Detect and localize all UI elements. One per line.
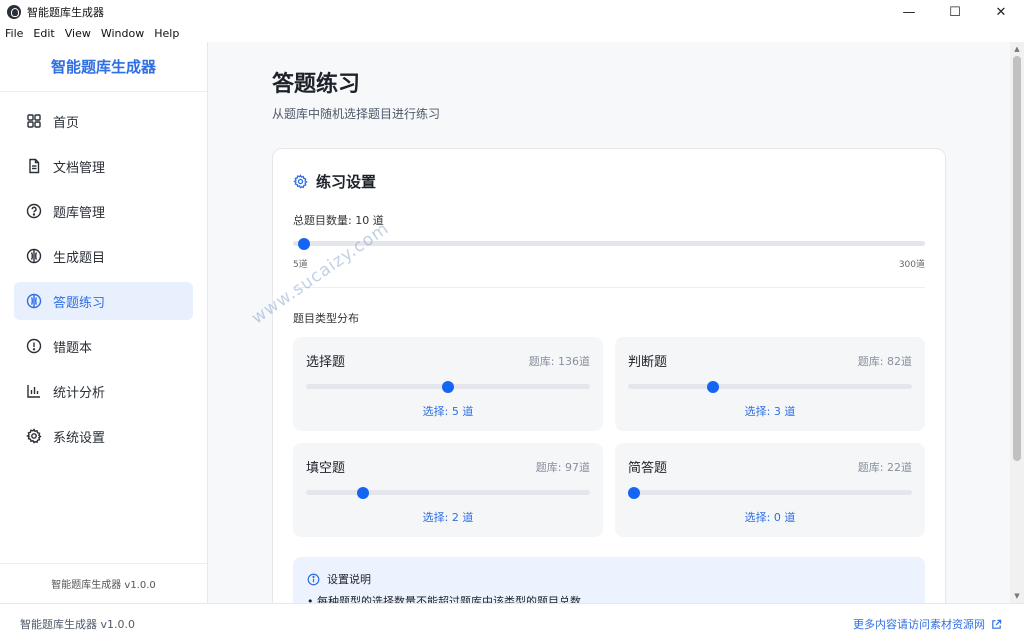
type-bank-count: 题库: 22道 [857,461,912,474]
sidebar-item-label: 统计分析 [53,385,106,401]
scroll-up-arrow-icon[interactable]: ▲ [1010,42,1024,56]
more-content-label: 更多内容请访问素材资源网 [853,618,985,631]
total-count-slider[interactable] [293,237,925,250]
sidebar-item-practice[interactable]: 答题练习 [14,282,193,320]
type-selected-count: 选择: 2 道 [422,511,474,524]
menu-help[interactable]: Help [149,27,184,40]
type-card-fill-blank: 填空题 题库: 97道 选择: 2 道 [293,443,603,537]
menu-window[interactable]: Window [96,27,149,40]
type-name: 填空题 [306,461,346,476]
sidebar-version: 智能题库生成器 v1.0.0 [0,563,207,603]
menu-edit[interactable]: Edit [28,27,59,40]
sidebar-item-label: 错题本 [53,340,93,356]
exclamation-circle-icon [26,338,42,354]
info-bullet: • 每种题型的选择数量不能超过题库中该类型的题目总数 [307,595,581,603]
sidebar-brand: 智能题库生成器 [0,42,207,92]
sidebar-item-wrong-answers[interactable]: 错题本 [14,327,193,365]
page-title: 答题练习 [272,72,361,97]
sidebar-item-label: 系统设置 [53,430,106,446]
sidebar-item-settings[interactable]: 系统设置 [14,417,193,455]
sidebar-nav: 首页 文档管理 题库管理 生成题目 答题练习 错题本 统计分析 系统设置 [0,92,207,455]
sidebar-item-statistics[interactable]: 统计分析 [14,372,193,410]
practice-settings-card: 练习设置 总题目数量: 10 道 5道 300道 题目类型分布 选择题 题库: … [272,148,946,603]
slider-thumb[interactable] [297,237,310,250]
type-bank-count: 题库: 97道 [535,461,590,474]
bulb-icon [26,293,42,309]
window-controls: — ☐ ✕ [886,0,1024,24]
type-card-true-false: 判断题 题库: 82道 选择: 3 道 [615,337,925,431]
card-header: 练习设置 [293,171,376,192]
info-title: 设置说明 [327,573,371,586]
type-distribution-label: 题目类型分布 [293,312,359,325]
type-card-multiple-choice: 选择题 题库: 136道 选择: 5 道 [293,337,603,431]
app-logo-icon [7,5,21,19]
type-selected-count: 选择: 0 道 [744,511,796,524]
type-bank-count: 题库: 82道 [857,355,912,368]
sidebar-item-generate[interactable]: 生成题目 [14,237,193,275]
type-name: 选择题 [306,355,346,370]
more-content-link[interactable]: 更多内容请访问素材资源网 [853,616,1002,632]
sidebar-item-label: 答题练习 [53,295,106,311]
type-slider[interactable] [627,486,912,499]
range-min-label: 5道 [293,260,308,270]
type-slider[interactable] [306,380,590,393]
gear-icon [26,428,42,444]
info-header: 设置说明 [307,571,371,587]
minimize-button[interactable]: — [886,0,932,24]
main-scrollbar[interactable]: ▲ ▼ [1010,42,1024,603]
main-content: 答题练习 从题库中随机选择题目进行练习 练习设置 总题目数量: 10 道 5道 … [208,42,1010,603]
divider [293,287,925,288]
type-selected-count: 选择: 5 道 [422,405,474,418]
window-title: 智能题库生成器 [27,6,104,19]
sidebar-item-label: 文档管理 [53,160,106,176]
type-card-short-answer: 简答题 题库: 22道 选择: 0 道 [615,443,925,537]
slider-thumb[interactable] [356,486,369,499]
status-bar: 智能题库生成器 v1.0.0 更多内容请访问素材资源网 [0,603,1024,641]
slider-thumb[interactable] [627,486,640,499]
sidebar-item-label: 生成题目 [53,250,106,266]
range-max-label: 300道 [898,260,925,270]
grid-icon [26,113,42,129]
sidebar-item-question-bank[interactable]: 题库管理 [14,192,193,230]
maximize-button[interactable]: ☐ [932,0,978,24]
sidebar-item-label: 题库管理 [53,205,106,221]
page-subtitle: 从题库中随机选择题目进行练习 [272,107,441,121]
document-icon [26,158,42,174]
status-version: 智能题库生成器 v1.0.0 [20,618,135,631]
slider-thumb[interactable] [707,380,720,393]
sidebar-item-documents[interactable]: 文档管理 [14,147,193,185]
bulb-icon [26,248,42,264]
info-icon [307,573,320,585]
question-circle-icon [26,203,42,219]
external-link-icon [992,619,1002,629]
settings-info-box: 设置说明 • 每种题型的选择数量不能超过题库中该类型的题目总数 [293,557,925,603]
card-title: 练习设置 [316,173,377,191]
type-bank-count: 题库: 136道 [528,355,590,368]
title-bar: 智能题库生成器 — ☐ ✕ [0,0,1024,24]
type-selected-count: 选择: 3 道 [744,405,796,418]
type-name: 判断题 [628,355,668,370]
bar-chart-icon [26,383,42,399]
sidebar: 智能题库生成器 首页 文档管理 题库管理 生成题目 答题练习 错题本 统计分析 … [0,42,208,603]
gear-icon [293,174,308,189]
close-button[interactable]: ✕ [978,0,1024,24]
scroll-thumb[interactable] [1013,56,1021,461]
sidebar-item-home[interactable]: 首页 [14,102,193,140]
menu-file[interactable]: File [0,27,28,40]
scroll-down-arrow-icon[interactable]: ▼ [1010,589,1024,603]
sidebar-item-label: 首页 [53,115,80,131]
type-slider[interactable] [306,486,590,499]
slider-thumb[interactable] [442,380,454,393]
type-name: 简答题 [628,461,668,476]
type-slider[interactable] [628,380,912,393]
menu-bar: File Edit View Window Help [0,24,1024,42]
menu-view[interactable]: View [60,27,96,40]
